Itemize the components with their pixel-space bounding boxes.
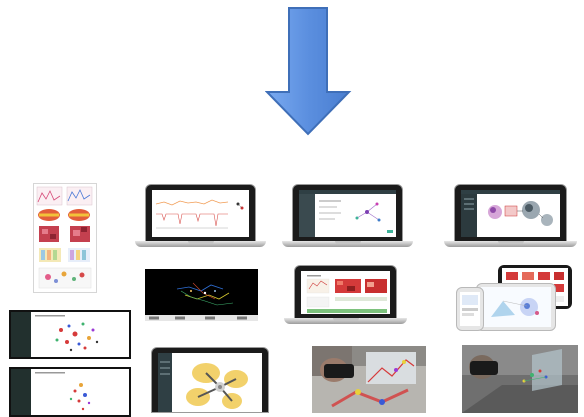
vr-headset-graphic	[312, 346, 426, 413]
laptop-cluster-dashboard	[444, 184, 577, 247]
laptop-notch	[334, 241, 361, 244]
laptop-lid	[454, 184, 567, 242]
tablet-light	[476, 283, 556, 331]
paper-figure-panel	[33, 183, 97, 293]
tablet-scatter-graphic	[481, 287, 551, 327]
laptop-notch	[332, 318, 359, 321]
graph-dashboard-graphic	[299, 190, 396, 237]
laptop-screen	[158, 353, 262, 412]
dark-network-graphic	[145, 269, 258, 321]
laptop-3d-molecule	[141, 347, 279, 413]
dark-network-view	[145, 269, 258, 321]
scatter-2-graphic	[31, 369, 129, 415]
scatter-1-graphic	[31, 312, 129, 357]
monitor-scatter-2	[9, 367, 131, 417]
laptop-notch	[497, 241, 524, 244]
vr-scene-graphic	[462, 345, 578, 413]
laptop-lid	[145, 184, 256, 242]
laptop-screen	[461, 190, 560, 237]
tablet-devices	[456, 263, 576, 331]
laptop-line-chart	[135, 184, 266, 247]
arrow-down-icon	[265, 7, 352, 136]
monitor-sidebar	[11, 369, 31, 415]
vr-scene-photo	[462, 345, 578, 413]
laptop-screen	[152, 190, 249, 237]
laptop-lid	[294, 265, 397, 319]
tablet-screen	[481, 287, 551, 327]
laptop-screen	[299, 190, 396, 237]
molecule-graphic	[158, 353, 262, 412]
tablet-phone	[456, 287, 484, 331]
phone-screen	[460, 292, 480, 326]
figure-panel-graphic	[36, 186, 93, 289]
laptop-heatmap-report	[284, 265, 407, 324]
heatmap-report-graphic	[301, 271, 390, 314]
laptop-lid	[292, 184, 403, 242]
phone-graphic	[460, 292, 480, 326]
monitor-scatter-1	[9, 310, 131, 359]
laptop-lid	[151, 347, 269, 413]
laptop-graph-dashboard	[282, 184, 413, 247]
line-chart-graphic	[152, 190, 249, 237]
laptop-notch	[187, 241, 214, 244]
cluster-dashboard-graphic	[461, 190, 560, 237]
vr-headset-photo	[312, 346, 426, 413]
laptop-screen	[301, 271, 390, 314]
monitor-sidebar	[11, 312, 31, 357]
